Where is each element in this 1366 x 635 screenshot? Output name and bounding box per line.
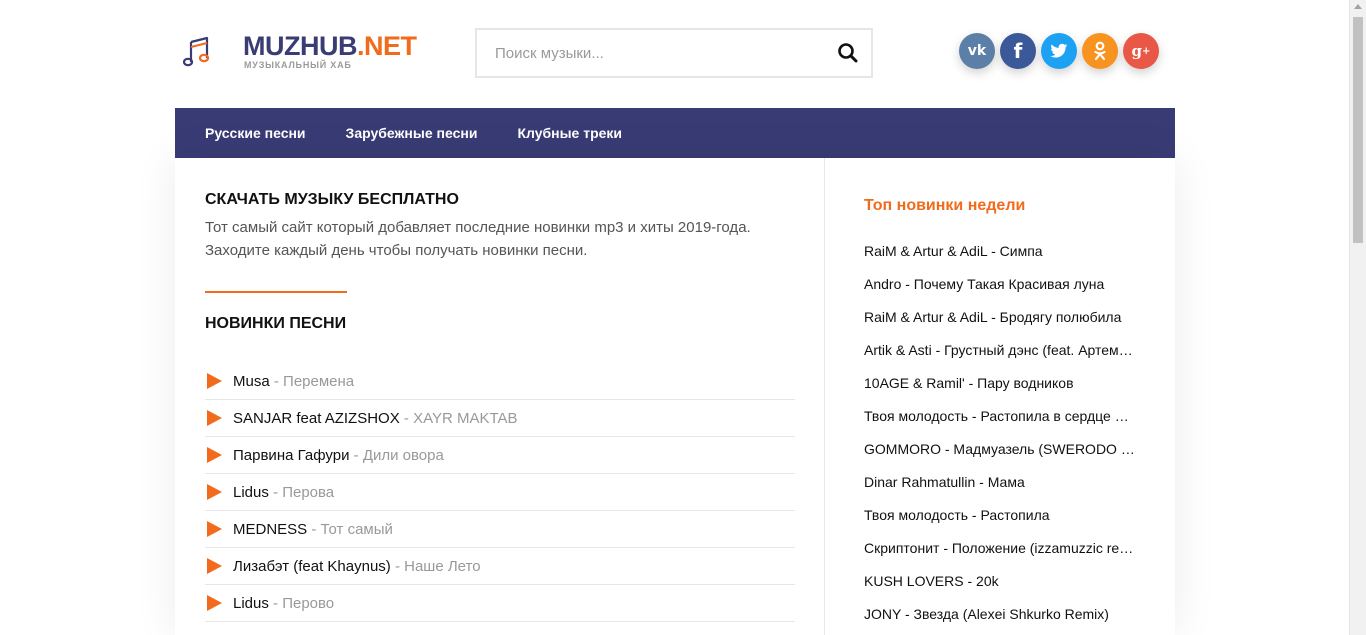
top-list-item[interactable]: Твоя молодость - Растопила	[864, 499, 1136, 532]
search-icon[interactable]	[835, 40, 861, 66]
song-artist: Lidus	[233, 594, 269, 612]
song-artist: Лизабэт (feat Khaynus)	[233, 557, 391, 575]
site-logo[interactable]: MUZHUB.NET МУЗЫКАЛЬНЫЙ ХАБ	[183, 32, 417, 74]
song-separator: -	[268, 594, 283, 612]
top-list: RaiM & Artur & AdiL - Симпа Andro - Поче…	[864, 235, 1136, 631]
top-list-item[interactable]: Скриптонит - Положение (izzamuzzic remix…	[864, 532, 1136, 565]
song-title: Перемена	[283, 372, 355, 390]
play-icon[interactable]	[207, 447, 222, 463]
logo-name-part2: .NET	[356, 31, 417, 61]
intro-line-1: Тот самый сайт который добавляет последн…	[205, 219, 751, 236]
play-icon[interactable]	[207, 484, 222, 500]
new-songs-heading: НОВИНКИ ПЕСНИ	[205, 315, 347, 332]
song-item[interactable]: Lidus - Перово	[205, 585, 795, 622]
top-list-item[interactable]: Andro - Почему Такая Красивая луна	[864, 268, 1136, 301]
song-artist: SANJAR feat AZIZSHOX	[233, 409, 400, 427]
page-scrollbar[interactable]	[1349, 0, 1366, 635]
odnoklassniki-icon[interactable]	[1082, 33, 1118, 69]
song-separator: -	[268, 483, 283, 501]
site-header: MUZHUB.NET МУЗЫКАЛЬНЫЙ ХАБ vk f g+	[175, 0, 1175, 108]
song-artist: Парвина Гафури	[233, 446, 350, 464]
song-item[interactable]: Парвина Гафури - Дили овора	[205, 437, 795, 474]
play-icon[interactable]	[207, 373, 222, 389]
song-separator: -	[269, 372, 284, 390]
logo-name-part1: MUZHUB	[243, 31, 357, 61]
facebook-icon[interactable]: f	[1000, 33, 1036, 69]
nav-russian-songs[interactable]: Русские песни	[205, 125, 306, 141]
scrollbar-thumb[interactable]	[1353, 17, 1363, 243]
song-separator: -	[349, 446, 363, 464]
top-list-item[interactable]: RaiM & Artur & AdiL - Бродягу полюбила	[864, 301, 1136, 334]
nav-foreign-songs[interactable]: Зарубежные песни	[346, 125, 478, 141]
top-list-item[interactable]: RaiM & Artur & AdiL - Симпа	[864, 235, 1136, 268]
song-title: Перово	[282, 594, 335, 612]
play-icon[interactable]	[207, 410, 222, 426]
top-list-item[interactable]: GOMMORO - Мадмуазель (SWERODO Remix)	[864, 433, 1136, 466]
top-list-item[interactable]: JONY - Звезда (Alexei Shkurko Remix)	[864, 598, 1136, 631]
scroll-up-arrow-icon[interactable]	[1354, 4, 1362, 9]
vk-icon[interactable]: vk	[959, 33, 995, 69]
top-list-item[interactable]: KUSH LOVERS - 20k	[864, 565, 1136, 598]
top-list-item[interactable]: Artik & Asti - Грустный дэнс (feat. Арте…	[864, 334, 1136, 367]
social-links: vk f g +	[959, 33, 1159, 69]
song-artist: Musa	[233, 372, 270, 390]
page-title: СКАЧАТЬ МУЗЫКУ БЕСПЛАТНО	[205, 191, 459, 208]
google-plus-icon[interactable]: g +	[1123, 33, 1159, 69]
top-list-item[interactable]: 10AGE & Ramil' - Пару водников	[864, 367, 1136, 400]
song-title: Тот самый	[320, 520, 393, 538]
song-separator: -	[307, 520, 321, 538]
song-item[interactable]: SANJAR feat AZIZSHOX - XAYR MAKTAB	[205, 400, 795, 437]
nav-club-tracks[interactable]: Клубные треки	[517, 125, 622, 141]
play-icon[interactable]	[207, 595, 222, 611]
song-title: Дили овора	[362, 446, 444, 464]
sidebar-title: Топ новинки недели	[864, 197, 1026, 214]
twitter-icon[interactable]	[1041, 33, 1077, 69]
song-artist: Lidus	[233, 483, 269, 501]
song-title: XAYR MAKTAB	[413, 409, 518, 427]
song-separator: -	[390, 557, 405, 575]
top-list-item[interactable]: Твоя молодость - Растопила в сердце лёд	[864, 400, 1136, 433]
section-divider	[205, 291, 347, 293]
main-nav: Русские песни Зарубежные песни Клубные т…	[175, 108, 1175, 158]
twitter-bird-icon	[1050, 43, 1068, 58]
song-item[interactable]: Musa - Перемена	[205, 363, 795, 400]
logo-name: MUZHUB.NET	[243, 32, 417, 60]
song-item[interactable]: MEDNESS - Тот самый	[205, 511, 795, 548]
song-list: Musa - Перемена SANJAR feat AZIZSHOX - X…	[205, 363, 795, 622]
intro-text: Тот самый сайт который добавляет последн…	[205, 216, 805, 262]
play-icon[interactable]	[207, 558, 222, 574]
content-area: СКАЧАТЬ МУЗЫКУ БЕСПЛАТНО Тот самый сайт …	[175, 158, 1175, 635]
intro-line-2: Заходите каждый день чтобы получать нови…	[205, 242, 588, 259]
music-note-icon	[183, 36, 210, 67]
sidebar: Топ новинки недели RaiM & Artur & AdiL -…	[864, 158, 1154, 635]
top-list-item[interactable]: Dinar Rahmatullin - Мама	[864, 466, 1136, 499]
ok-figure-icon	[1094, 41, 1106, 61]
song-artist: MEDNESS	[233, 520, 308, 538]
song-title: Перова	[282, 483, 335, 501]
song-title: Наше Лето	[404, 557, 481, 575]
search-box	[475, 28, 873, 78]
main-column: СКАЧАТЬ МУЗЫКУ БЕСПЛАТНО Тот самый сайт …	[175, 158, 825, 635]
search-input[interactable]	[495, 30, 825, 76]
song-item[interactable]: Lidus - Перова	[205, 474, 795, 511]
song-item[interactable]: Лизабэт (feat Khaynus) - Наше Лето	[205, 548, 795, 585]
play-icon[interactable]	[207, 521, 222, 537]
song-separator: -	[399, 409, 414, 427]
logo-subtitle: МУЗЫКАЛЬНЫЙ ХАБ	[244, 60, 352, 70]
